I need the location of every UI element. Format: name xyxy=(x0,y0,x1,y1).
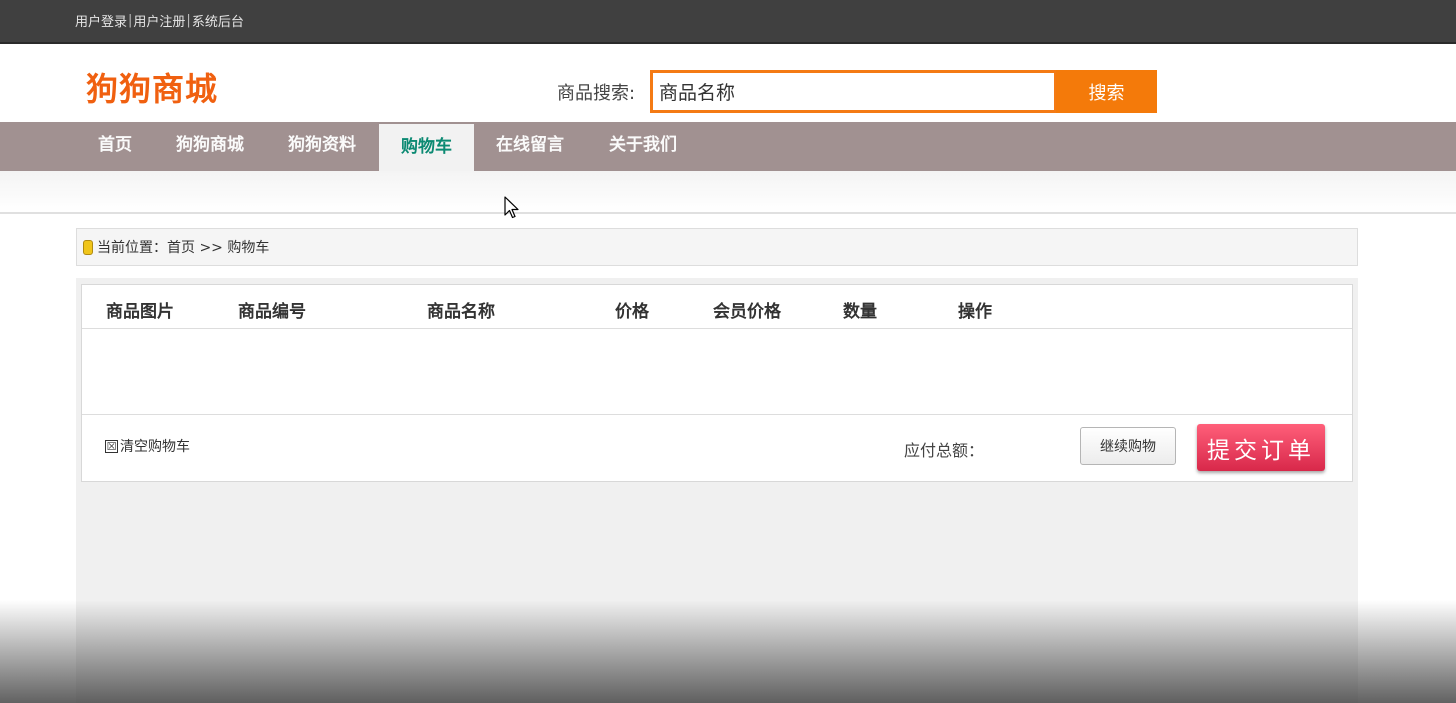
top-links: 用户登录 | 用户注册 | 系统后台 xyxy=(75,11,244,30)
column-header-name: 商品名称 xyxy=(427,302,495,322)
login-link[interactable]: 用户登录 xyxy=(75,11,127,30)
column-header-image: 商品图片 xyxy=(106,302,174,322)
location-icon xyxy=(83,239,93,255)
nav-item-cart[interactable]: 购物车 xyxy=(379,122,474,171)
search-label: 商品搜索: xyxy=(557,83,636,104)
continue-shopping-button[interactable]: 继续购物 xyxy=(1080,427,1176,465)
clear-cart-link[interactable]: ☒ 清空购物车 xyxy=(105,436,190,456)
sub-nav-band xyxy=(0,171,1456,214)
clear-checkbox-icon[interactable]: ☒ xyxy=(105,439,118,453)
total-label: 应付总额： xyxy=(904,441,985,460)
breadcrumb: 当前位置：首页 >> 购物车 xyxy=(76,228,1358,266)
breadcrumb-text: 当前位置：首页 >> 购物车 xyxy=(97,240,270,256)
cart-table-header: 商品图片 商品编号 商品名称 价格 会员价格 数量 操作 xyxy=(82,285,1352,329)
search-button[interactable]: 搜索 xyxy=(1056,70,1157,113)
search-box xyxy=(650,70,1057,113)
column-header-price: 价格 xyxy=(615,302,649,322)
mouse-cursor-icon xyxy=(504,196,519,219)
column-header-actions: 操作 xyxy=(958,302,992,322)
nav-item-dog-info[interactable]: 狗狗资料 xyxy=(272,122,372,171)
column-header-quantity: 数量 xyxy=(843,302,877,322)
cart-panel: 商品图片 商品编号 商品名称 价格 会员价格 数量 操作 ☒ 清空购物车 应付总… xyxy=(81,284,1353,482)
nav-item-messages[interactable]: 在线留言 xyxy=(482,122,578,171)
clear-cart-label[interactable]: 清空购物车 xyxy=(120,436,190,456)
top-bar: 用户登录 | 用户注册 | 系统后台 xyxy=(0,0,1456,44)
nav-item-home[interactable]: 首页 xyxy=(80,122,150,171)
main-nav: 首页 狗狗商城 狗狗资料 购物车 在线留言 关于我们 xyxy=(0,122,1456,171)
search-input[interactable] xyxy=(653,73,1054,110)
submit-order-button[interactable]: 提交订单 xyxy=(1197,424,1325,471)
admin-link[interactable]: 系统后台 xyxy=(192,11,244,30)
register-link[interactable]: 用户注册 xyxy=(133,11,185,30)
nav-item-about[interactable]: 关于我们 xyxy=(594,122,692,171)
top-link-separator: | xyxy=(128,13,133,28)
site-logo[interactable]: 狗狗商城 xyxy=(86,64,218,110)
cart-table-body xyxy=(82,329,1352,415)
nav-item-dog-mall[interactable]: 狗狗商城 xyxy=(160,122,260,171)
top-link-separator: | xyxy=(186,13,191,28)
column-header-member-price: 会员价格 xyxy=(713,302,781,322)
column-header-sku: 商品编号 xyxy=(238,302,306,322)
